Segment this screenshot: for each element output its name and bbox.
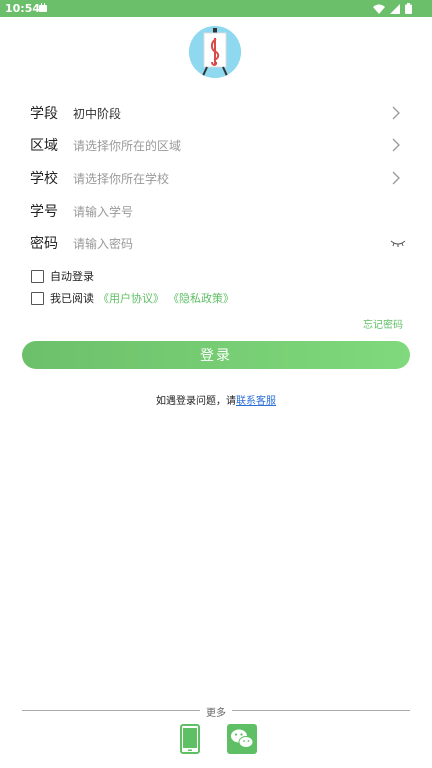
chevron-right-icon [392,138,400,152]
forgot-password-link[interactable]: 忘记密码 [363,316,403,331]
field-stage-label: 学段 [30,106,58,122]
password-input[interactable]: 请输入密码 [73,235,133,252]
signal-icon [390,3,400,17]
chevron-right-icon [392,171,400,185]
auto-login-checkbox[interactable] [31,269,44,283]
auto-login-label: 自动登录 [50,270,94,283]
field-student-id[interactable]: 学号 请输入学号 [22,195,410,227]
contact-support-link[interactable]: 联系客服 [236,396,276,407]
chevron-right-icon [392,106,400,120]
student-id-input[interactable]: 请输入学号 [73,203,133,220]
agreement-checkbox[interactable] [31,291,44,305]
field-stage-value: 初中阶段 [73,107,122,121]
field-region-label: 区域 [30,138,58,154]
status-bar: 10:54 [0,0,432,17]
battery-icon [405,3,412,17]
app-logo [189,26,241,78]
field-school-label: 学校 [30,171,58,187]
field-school[interactable]: 学校 请选择你所在学校 [22,162,410,194]
field-student-id-label: 学号 [30,204,58,220]
wechat-login-icon[interactable] [227,724,257,758]
eye-closed-icon[interactable] [390,239,406,247]
notification-icon [38,3,48,16]
more-label: 更多 [206,708,226,719]
field-school-placeholder: 请选择你所在学校 [73,172,170,186]
user-agreement-link[interactable]: 《用户协议》 [98,290,164,306]
field-region-placeholder: 请选择你所在的区域 [73,139,182,153]
field-password-label: 密码 [30,236,58,252]
privacy-policy-link[interactable]: 《隐私政策》 [168,290,234,306]
help-text: 如遇登录问题，请联系客服 [0,392,432,407]
field-region[interactable]: 区域 请选择你所在的区域 [22,129,410,161]
field-password[interactable]: 密码 请输入密码 [22,227,410,259]
login-button[interactable]: 登录 [22,341,410,369]
auto-login-row[interactable]: 自动登录 [31,268,94,284]
help-prefix: 如遇登录问题，请 [156,396,236,407]
agreement-row[interactable]: 我已阅读 《用户协议》 《隐私政策》 [31,290,234,306]
field-stage[interactable]: 学段 初中阶段 [22,97,410,129]
phone-login-icon[interactable] [180,724,200,758]
agreement-prefix: 我已阅读 [50,292,94,305]
wifi-icon [373,4,385,17]
status-time: 10:54 [5,2,41,15]
